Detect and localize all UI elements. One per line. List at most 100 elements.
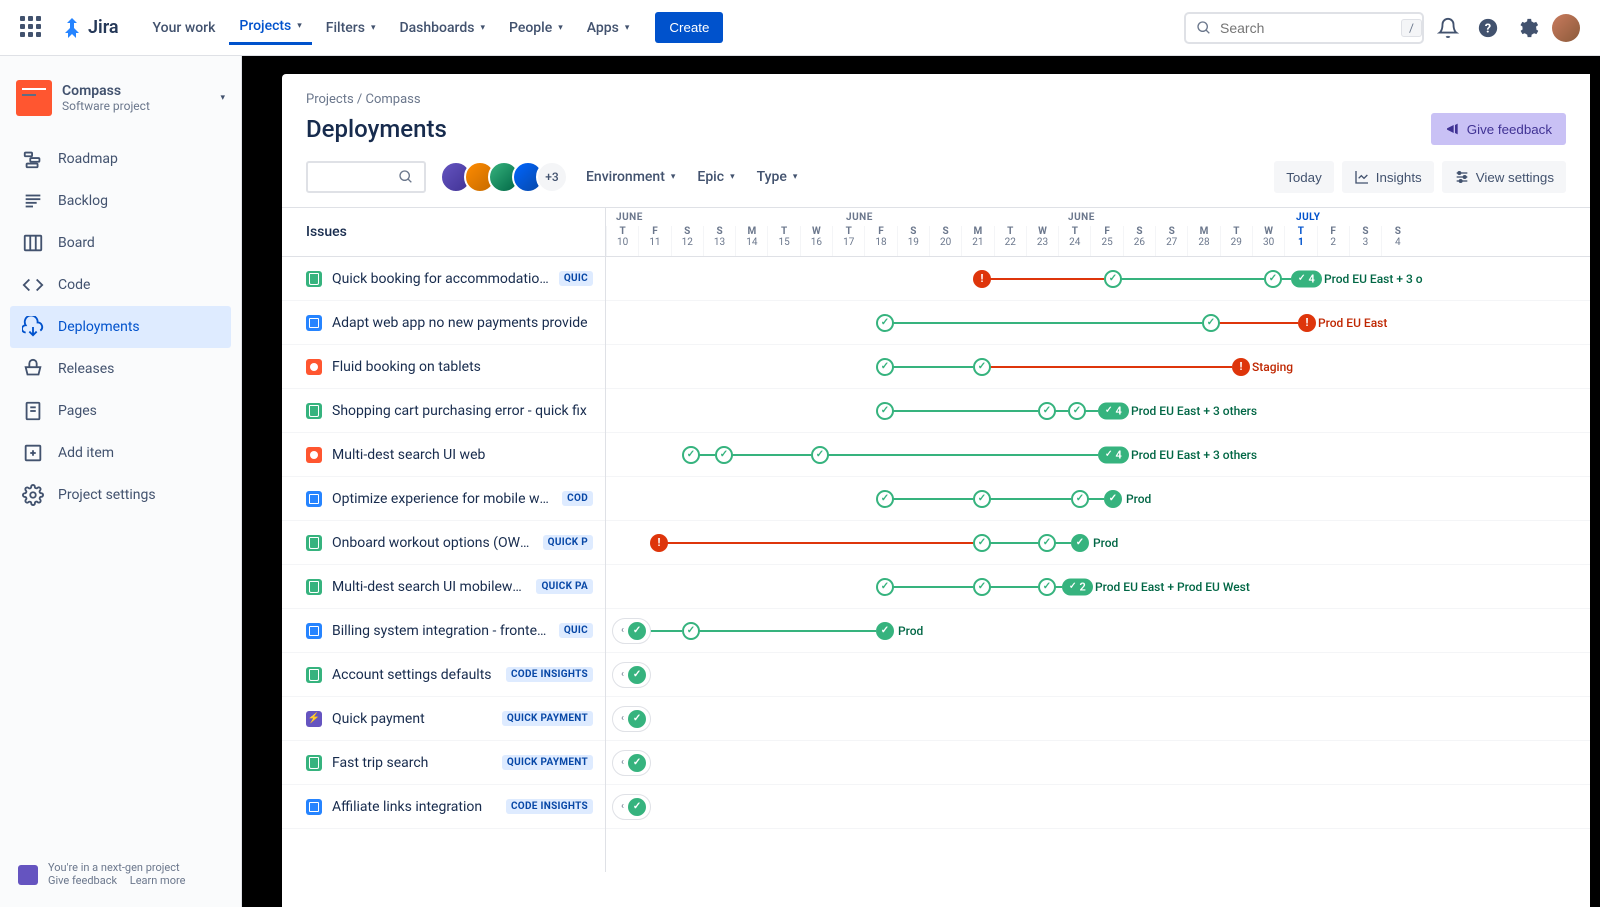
user-avatar[interactable] (1552, 14, 1580, 42)
issue-row[interactable]: Fast trip searchQUICK PAYMENT (282, 741, 605, 785)
breadcrumb-projects[interactable]: Projects (306, 92, 354, 107)
deployment-count-badge[interactable]: 4 (1291, 270, 1322, 287)
sidebar-item-add-item[interactable]: Add item (10, 432, 231, 474)
deployment-marker-fail[interactable] (1298, 314, 1316, 332)
deployment-marker-success[interactable] (811, 446, 829, 464)
nav-dashboards[interactable]: Dashboards▾ (389, 12, 494, 44)
deployment-marker-success[interactable] (876, 314, 894, 332)
project-selector[interactable]: Compass Software project ▾ (10, 76, 231, 120)
filter-environment[interactable]: Environment▾ (582, 163, 679, 191)
notifications-icon[interactable] (1432, 12, 1464, 44)
collapsed-deployments[interactable]: ‹ (612, 706, 651, 732)
sidebar-item-deployments[interactable]: Deployments (10, 306, 231, 348)
day-column: M21 (961, 226, 993, 256)
issue-row[interactable]: Adapt web app no new payments provide (282, 301, 605, 345)
nav-filters[interactable]: Filters▾ (316, 12, 386, 44)
issue-title: Quick booking for accommodations (332, 271, 549, 287)
jira-logo[interactable]: Jira (60, 16, 119, 40)
create-button[interactable]: Create (655, 12, 723, 43)
issue-title: Onboard workout options (OWO) (332, 535, 533, 551)
deployment-marker-success[interactable] (1038, 534, 1056, 552)
nav-projects[interactable]: Projects▾ (229, 10, 311, 45)
issue-row[interactable]: Shopping cart purchasing error - quick f… (282, 389, 605, 433)
settings-icon[interactable] (1512, 12, 1544, 44)
deployment-marker-success[interactable] (876, 578, 894, 596)
view-settings-button[interactable]: View settings (1442, 161, 1566, 193)
deployment-marker-success[interactable] (682, 446, 700, 464)
sidebar-item-pages[interactable]: Pages (10, 390, 231, 432)
deployment-marker-success[interactable] (1104, 270, 1122, 288)
learn-more-link[interactable]: Learn more (130, 874, 186, 887)
deployment-marker-success[interactable] (715, 446, 733, 464)
filter-type[interactable]: Type▾ (753, 163, 802, 191)
deployment-marker-success[interactable] (1038, 402, 1056, 420)
deployment-marker-fail[interactable] (650, 534, 668, 552)
global-search[interactable]: / (1184, 12, 1424, 44)
issue-row[interactable]: Fluid booking on tablets (282, 345, 605, 389)
issue-row[interactable]: Multi-dest search UI web (282, 433, 605, 477)
deployment-marker-filled[interactable] (1104, 490, 1122, 508)
deployment-line (884, 366, 973, 368)
deployment-marker-success[interactable] (1202, 314, 1220, 332)
deployment-marker-success[interactable] (973, 490, 991, 508)
filter-epic[interactable]: Epic▾ (693, 163, 738, 191)
collapsed-deployments[interactable]: ‹ (612, 794, 651, 820)
nav-your-work[interactable]: Your work (143, 12, 226, 44)
avatar-more[interactable]: +3 (536, 161, 568, 193)
issue-row[interactable]: Affiliate links integrationCODE INSIGHTS (282, 785, 605, 829)
month-label: JUNE (616, 212, 643, 223)
filter-search[interactable] (306, 161, 426, 193)
breadcrumb-compass[interactable]: Compass (366, 92, 421, 107)
give-feedback-button[interactable]: Give feedback (1431, 113, 1566, 145)
issue-row[interactable]: Quick booking for accommodationsQUIC (282, 257, 605, 301)
sidebar-item-board[interactable]: Board (10, 222, 231, 264)
deployment-marker-success[interactable] (1068, 402, 1086, 420)
issue-row[interactable]: Billing system integration - frontendQUI… (282, 609, 605, 653)
sidebar-item-backlog[interactable]: Backlog (10, 180, 231, 222)
deployment-count-badge[interactable]: 4 (1098, 402, 1129, 419)
deployment-count-badge[interactable]: 4 (1098, 446, 1129, 463)
deployment-marker-success[interactable] (876, 490, 894, 508)
issue-row[interactable]: Optimize experience for mobile webCOD (282, 477, 605, 521)
deployment-marker-fail[interactable] (1232, 358, 1250, 376)
today-button[interactable]: Today (1274, 161, 1334, 193)
sidebar-item-roadmap[interactable]: Roadmap (10, 138, 231, 180)
give-feedback-link[interactable]: Give feedback (48, 874, 117, 887)
deployment-marker-success[interactable] (1264, 270, 1282, 288)
deployment-marker-success[interactable] (973, 534, 991, 552)
issue-row[interactable]: Onboard workout options (OWO)QUICK P (282, 521, 605, 565)
deployment-marker-success[interactable] (1038, 578, 1056, 596)
deployment-count-badge[interactable]: 2 (1062, 578, 1093, 595)
insights-button[interactable]: Insights (1342, 161, 1434, 193)
day-column: S3 (1349, 226, 1381, 256)
sidebar-item-project-settings[interactable]: Project settings (10, 474, 231, 516)
collapsed-deployments[interactable]: ‹ (612, 618, 651, 644)
issue-row[interactable]: Account settings defaultsCODE INSIGHTS (282, 653, 605, 697)
sidebar: Compass Software project ▾ RoadmapBacklo… (0, 56, 242, 907)
deployment-marker-success[interactable] (973, 358, 991, 376)
deployment-marker-success[interactable] (876, 358, 894, 376)
assignee-filter[interactable]: +3 (440, 161, 568, 193)
issue-row[interactable]: Quick paymentQUICK PAYMENT (282, 697, 605, 741)
deployment-marker-success[interactable] (682, 622, 700, 640)
sidebar-item-code[interactable]: Code (10, 264, 231, 306)
help-icon[interactable]: ? (1472, 12, 1504, 44)
deployment-marker-filled[interactable] (876, 622, 894, 640)
app-switcher-icon[interactable] (20, 16, 44, 40)
issue-row[interactable]: Multi-dest search UI mobilewebQUICK PA (282, 565, 605, 609)
nav-people[interactable]: People▾ (499, 12, 573, 44)
deployment-marker-fail[interactable] (973, 270, 991, 288)
timeline-area[interactable]: JUNEJUNEJUNEJULY T10F11S12S13M14T15W16T1… (606, 207, 1590, 872)
nav-apps[interactable]: Apps▾ (577, 12, 640, 44)
timeline-row: Prod (606, 521, 1590, 565)
collapsed-deployments[interactable]: ‹ (612, 750, 651, 776)
bug-icon (306, 447, 322, 463)
search-input[interactable] (1196, 20, 1401, 36)
deployment-marker-success[interactable] (1071, 490, 1089, 508)
deployment-marker-filled[interactable] (1071, 534, 1089, 552)
sidebar-item-releases[interactable]: Releases (10, 348, 231, 390)
deployment-marker-success[interactable] (876, 402, 894, 420)
deployment-marker-success[interactable] (973, 578, 991, 596)
collapsed-deployments[interactable]: ‹ (612, 662, 651, 688)
day-column: W30 (1252, 226, 1284, 256)
